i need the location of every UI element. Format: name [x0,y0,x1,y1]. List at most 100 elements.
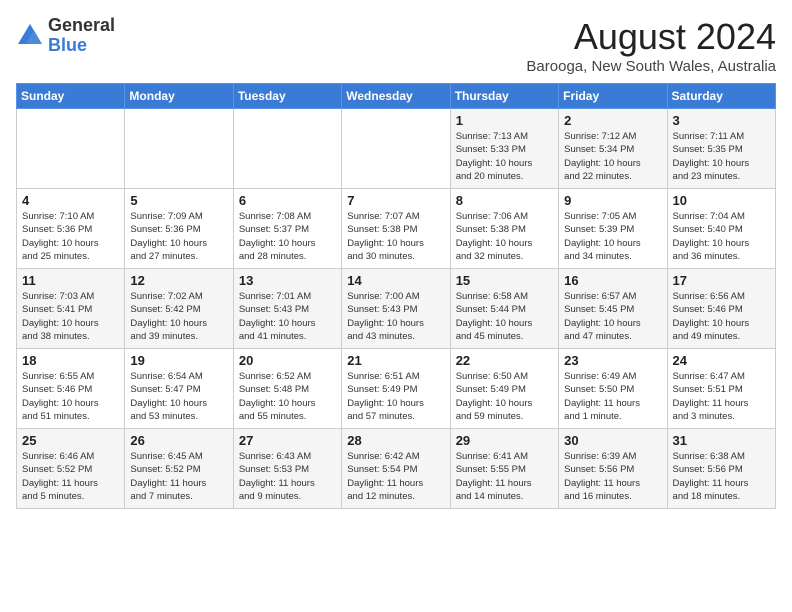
day-info: Sunrise: 6:57 AM Sunset: 5:45 PM Dayligh… [564,290,661,343]
day-info: Sunrise: 7:04 AM Sunset: 5:40 PM Dayligh… [673,210,770,263]
col-sunday: Sunday [17,84,125,109]
table-row: 24Sunrise: 6:47 AM Sunset: 5:51 PM Dayli… [667,349,775,429]
table-row: 13 Sunrise: 7:01 AM Sunset: 5:43 PM Dayli… [233,269,341,349]
day-info: Sunrise: 7:13 AM Sunset: 5:33 PM Dayligh… [456,130,553,183]
day-number: 29 [456,433,553,448]
table-row: 21Sunrise: 6:51 AM Sunset: 5:49 PM Dayli… [342,349,450,429]
calendar-week-row: 18 Sunrise: 6:55 AM Sunset: 5:46 PM Dayli… [17,349,776,429]
table-row: 10 Sunrise: 7:04 AM Sunset: 5:40 PM Dayli… [667,189,775,269]
day-number: 9 [564,193,661,208]
day-number: 31 [673,433,770,448]
page-header: General Blue August 2024 Barooga, New So… [16,16,776,75]
day-number: 4 [22,193,119,208]
table-row [233,109,341,189]
day-number: 17 [673,273,770,288]
col-tuesday: Tuesday [233,84,341,109]
day-info: Sunrise: 7:02 AM Sunset: 5:42 PM Dayligh… [130,290,227,343]
col-wednesday: Wednesday [342,84,450,109]
day-info: Sunrise: 6:50 AM Sunset: 5:49 PM Dayligh… [456,370,553,423]
day-number: 10 [673,193,770,208]
day-info: Sunrise: 6:46 AM Sunset: 5:52 PM Dayligh… [22,450,119,503]
day-number: 22 [456,353,553,368]
day-info: Sunrise: 7:07 AM Sunset: 5:38 PM Dayligh… [347,210,444,263]
table-row: 25Sunrise: 6:46 AM Sunset: 5:52 PM Dayli… [17,429,125,509]
day-info: Sunrise: 6:45 AM Sunset: 5:52 PM Dayligh… [130,450,227,503]
day-number: 3 [673,113,770,128]
day-number: 13 [239,273,336,288]
col-monday: Monday [125,84,233,109]
table-row: 12 Sunrise: 7:02 AM Sunset: 5:42 PM Dayli… [125,269,233,349]
table-row: 18 Sunrise: 6:55 AM Sunset: 5:46 PM Dayli… [17,349,125,429]
table-row: 27 Sunrise: 6:43 AM Sunset: 5:53 PM Dayli… [233,429,341,509]
table-row: 22 Sunrise: 6:50 AM Sunset: 5:49 PM Dayli… [450,349,558,429]
day-number: 5 [130,193,227,208]
day-number: 30 [564,433,661,448]
day-info: Sunrise: 7:09 AM Sunset: 5:36 PM Dayligh… [130,210,227,263]
table-row: 23 Sunrise: 6:49 AM Sunset: 5:50 PM Dayli… [559,349,667,429]
day-number: 15 [456,273,553,288]
title-block: August 2024 Barooga, New South Wales, Au… [526,16,776,75]
calendar-header-row: Sunday Monday Tuesday Wednesday Thursday… [17,84,776,109]
month-year-title: August 2024 [526,16,776,58]
calendar-week-row: 11Sunrise: 7:03 AM Sunset: 5:41 PM Dayli… [17,269,776,349]
logo-general-text: General [48,15,115,35]
day-number: 24 [673,353,770,368]
table-row: 4Sunrise: 7:10 AM Sunset: 5:36 PM Daylig… [17,189,125,269]
table-row: 28 Sunrise: 6:42 AM Sunset: 5:54 PM Dayli… [342,429,450,509]
table-row: 9Sunrise: 7:05 AM Sunset: 5:39 PM Daylig… [559,189,667,269]
day-info: Sunrise: 7:06 AM Sunset: 5:38 PM Dayligh… [456,210,553,263]
table-row: 29 Sunrise: 6:41 AM Sunset: 5:55 PM Dayli… [450,429,558,509]
day-info: Sunrise: 6:42 AM Sunset: 5:54 PM Dayligh… [347,450,444,503]
day-info: Sunrise: 6:43 AM Sunset: 5:53 PM Dayligh… [239,450,336,503]
day-info: Sunrise: 6:49 AM Sunset: 5:50 PM Dayligh… [564,370,661,423]
table-row: 5 Sunrise: 7:09 AM Sunset: 5:36 PM Daylig… [125,189,233,269]
day-number: 21 [347,353,444,368]
table-row: 15Sunrise: 6:58 AM Sunset: 5:44 PM Dayli… [450,269,558,349]
table-row: 3 Sunrise: 7:11 AM Sunset: 5:35 PM Daylig… [667,109,775,189]
day-number: 1 [456,113,553,128]
col-saturday: Saturday [667,84,775,109]
day-number: 2 [564,113,661,128]
table-row: 1 Sunrise: 7:13 AM Sunset: 5:33 PM Daylig… [450,109,558,189]
day-number: 20 [239,353,336,368]
logo: General Blue [16,16,115,56]
table-row: 2 Sunrise: 7:12 AM Sunset: 5:34 PM Daylig… [559,109,667,189]
day-number: 27 [239,433,336,448]
day-info: Sunrise: 7:03 AM Sunset: 5:41 PM Dayligh… [22,290,119,343]
day-info: Sunrise: 6:56 AM Sunset: 5:46 PM Dayligh… [673,290,770,343]
table-row: 16Sunrise: 6:57 AM Sunset: 5:45 PM Dayli… [559,269,667,349]
day-info: Sunrise: 6:38 AM Sunset: 5:56 PM Dayligh… [673,450,770,503]
day-info: Sunrise: 7:11 AM Sunset: 5:35 PM Dayligh… [673,130,770,183]
table-row: 8Sunrise: 7:06 AM Sunset: 5:38 PM Daylig… [450,189,558,269]
logo-blue-text: Blue [48,35,87,55]
table-row: 7 Sunrise: 7:07 AM Sunset: 5:38 PM Daylig… [342,189,450,269]
table-row: 30 Sunrise: 6:39 AM Sunset: 5:56 PM Dayli… [559,429,667,509]
day-number: 19 [130,353,227,368]
day-number: 28 [347,433,444,448]
day-info: Sunrise: 6:41 AM Sunset: 5:55 PM Dayligh… [456,450,553,503]
day-info: Sunrise: 6:39 AM Sunset: 5:56 PM Dayligh… [564,450,661,503]
day-info: Sunrise: 7:12 AM Sunset: 5:34 PM Dayligh… [564,130,661,183]
day-info: Sunrise: 6:55 AM Sunset: 5:46 PM Dayligh… [22,370,119,423]
calendar-week-row: 4Sunrise: 7:10 AM Sunset: 5:36 PM Daylig… [17,189,776,269]
calendar-week-row: 1 Sunrise: 7:13 AM Sunset: 5:33 PM Daylig… [17,109,776,189]
logo-icon [16,22,44,50]
day-number: 26 [130,433,227,448]
day-info: Sunrise: 7:00 AM Sunset: 5:43 PM Dayligh… [347,290,444,343]
table-row: 19Sunrise: 6:54 AM Sunset: 5:47 PM Dayli… [125,349,233,429]
table-row: 14Sunrise: 7:00 AM Sunset: 5:43 PM Dayli… [342,269,450,349]
calendar-table: Sunday Monday Tuesday Wednesday Thursday… [16,83,776,509]
day-number: 18 [22,353,119,368]
col-thursday: Thursday [450,84,558,109]
day-number: 7 [347,193,444,208]
day-info: Sunrise: 7:08 AM Sunset: 5:37 PM Dayligh… [239,210,336,263]
day-number: 23 [564,353,661,368]
table-row: 17 Sunrise: 6:56 AM Sunset: 5:46 PM Dayli… [667,269,775,349]
table-row [342,109,450,189]
table-row: 20Sunrise: 6:52 AM Sunset: 5:48 PM Dayli… [233,349,341,429]
day-number: 12 [130,273,227,288]
day-info: Sunrise: 7:01 AM Sunset: 5:43 PM Dayligh… [239,290,336,343]
col-friday: Friday [559,84,667,109]
table-row [17,109,125,189]
table-row: 31 Sunrise: 6:38 AM Sunset: 5:56 PM Dayli… [667,429,775,509]
